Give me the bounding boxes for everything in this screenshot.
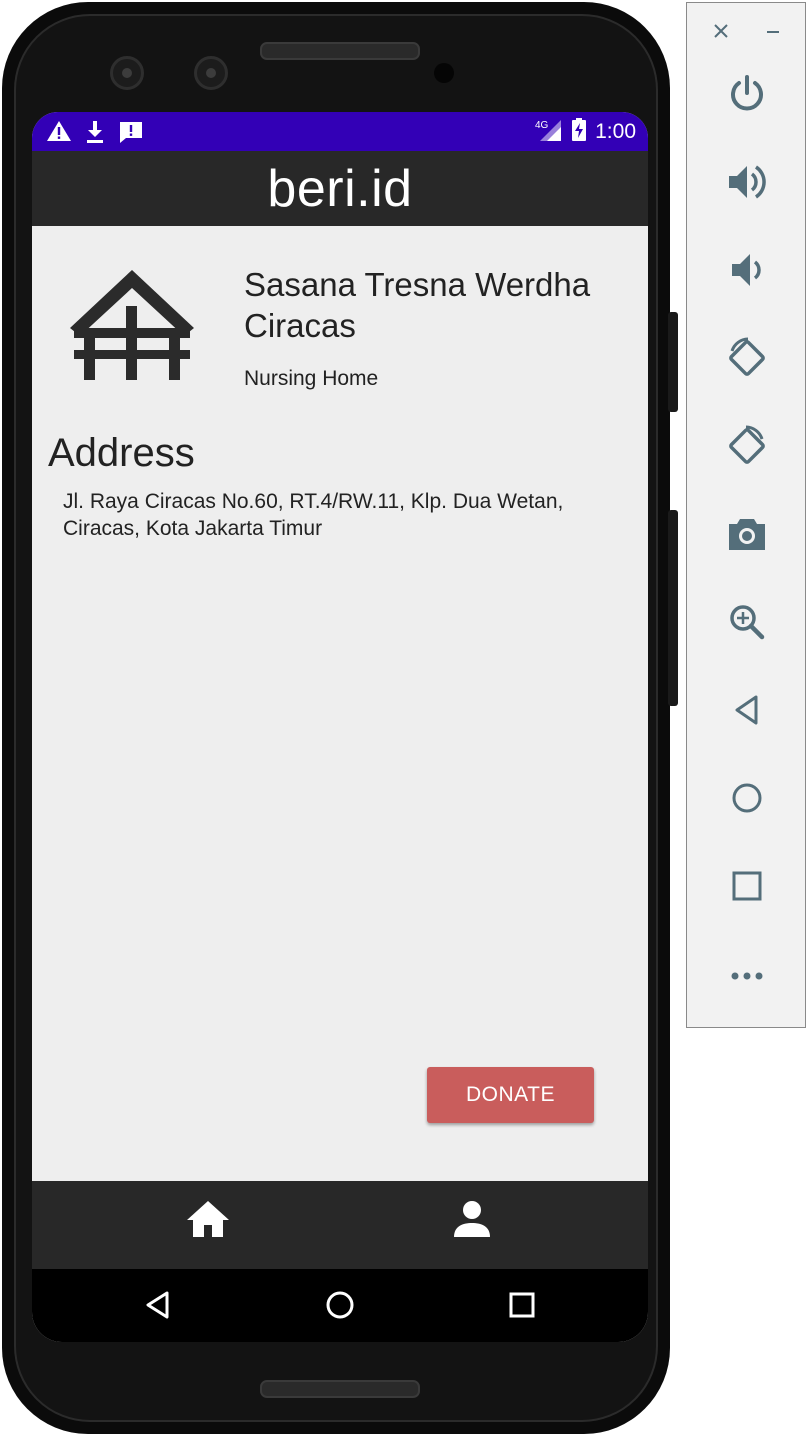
system-back-button[interactable] bbox=[138, 1287, 178, 1327]
close-icon bbox=[713, 23, 729, 43]
hardware-power-button bbox=[668, 312, 678, 412]
screenshot-button[interactable] bbox=[724, 513, 770, 559]
nav-profile[interactable] bbox=[446, 1195, 498, 1247]
overview-square-icon bbox=[508, 1291, 536, 1323]
status-time: 1:00 bbox=[595, 120, 636, 143]
minimize-icon bbox=[765, 23, 781, 43]
bottom-speaker bbox=[260, 1380, 420, 1398]
download-icon bbox=[84, 120, 106, 148]
volume-down-button[interactable] bbox=[724, 249, 770, 295]
address-heading: Address bbox=[48, 431, 195, 475]
front-camera bbox=[110, 56, 144, 90]
top-speaker bbox=[260, 42, 420, 60]
place-detail: Sasana Tresna Werdha Ciracas Nursing Hom… bbox=[32, 226, 648, 1181]
system-navigation-bar bbox=[32, 1269, 648, 1342]
house-icon bbox=[66, 266, 198, 386]
overview-button[interactable] bbox=[724, 865, 770, 911]
screen: 4G 1:00 beri.id Sasana Tresna Werdha Cir… bbox=[32, 112, 648, 1342]
rotate-left-icon bbox=[724, 335, 770, 385]
emulator-toolbar bbox=[686, 2, 806, 1028]
back-icon bbox=[730, 693, 764, 731]
nav-home[interactable] bbox=[182, 1195, 234, 1247]
signal-icon: 4G bbox=[535, 118, 563, 146]
bottom-navigation bbox=[32, 1181, 648, 1269]
battery-charging-icon bbox=[571, 118, 587, 146]
zoom-icon bbox=[727, 602, 767, 646]
power-button[interactable] bbox=[724, 73, 770, 119]
place-name: Sasana Tresna Werdha Ciracas bbox=[244, 266, 591, 344]
proximity-sensor bbox=[434, 63, 454, 83]
overview-icon bbox=[730, 869, 764, 907]
home-button[interactable] bbox=[724, 777, 770, 823]
donate-button[interactable]: DONATE bbox=[427, 1067, 594, 1123]
home-circle-icon bbox=[325, 1290, 355, 1324]
home-circle-icon bbox=[730, 781, 764, 819]
volume-down-icon bbox=[727, 250, 767, 294]
camera-icon bbox=[726, 515, 768, 557]
rotate-right-button[interactable] bbox=[724, 425, 770, 471]
system-home-button[interactable] bbox=[320, 1287, 360, 1327]
hardware-volume-button bbox=[668, 510, 678, 706]
rotate-right-icon bbox=[724, 423, 770, 473]
front-camera-secondary bbox=[194, 56, 228, 90]
more-button[interactable] bbox=[724, 953, 770, 999]
address-text: Jl. Raya Ciracas No.60, RT.4/RW.11, Klp.… bbox=[63, 490, 564, 540]
person-icon bbox=[452, 1199, 492, 1243]
warning-icon bbox=[46, 120, 72, 148]
power-icon bbox=[727, 74, 767, 118]
app-bar: beri.id bbox=[32, 151, 648, 226]
status-bar: 4G 1:00 bbox=[32, 112, 648, 151]
volume-up-icon bbox=[726, 162, 768, 206]
place-type: Nursing Home bbox=[244, 367, 379, 390]
app-title: beri.id bbox=[267, 159, 413, 218]
rotate-left-button[interactable] bbox=[724, 337, 770, 383]
minimize-button[interactable] bbox=[761, 21, 785, 45]
system-overview-button[interactable] bbox=[502, 1287, 542, 1327]
feedback-icon bbox=[118, 120, 144, 148]
back-button[interactable] bbox=[724, 689, 770, 735]
zoom-button[interactable] bbox=[724, 601, 770, 647]
volume-up-button[interactable] bbox=[724, 161, 770, 207]
home-icon bbox=[185, 1199, 231, 1243]
more-icon bbox=[729, 967, 765, 986]
svg-text:4G: 4G bbox=[535, 120, 549, 131]
close-button[interactable] bbox=[709, 21, 733, 45]
back-triangle-icon bbox=[143, 1290, 173, 1324]
phone-frame: 4G 1:00 beri.id Sasana Tresna Werdha Cir… bbox=[2, 2, 670, 1434]
